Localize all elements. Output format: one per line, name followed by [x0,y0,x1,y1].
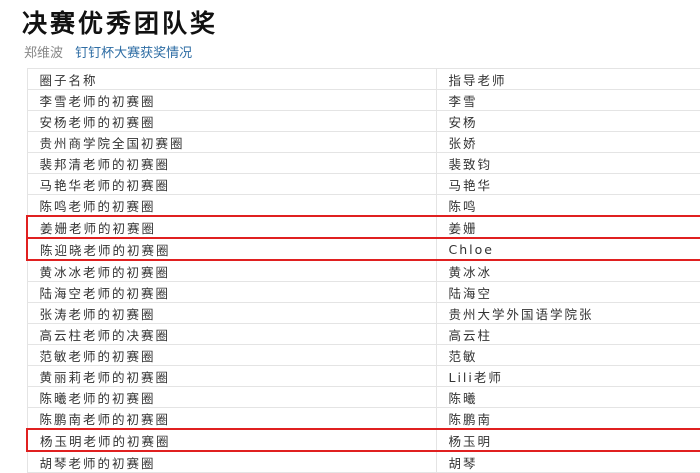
cell-teacher: 裴致钧 [436,152,700,174]
header-circle-name: 圈子名称 [26,68,437,90]
cell-circle-name: 陆海空老师的初赛圈 [26,281,437,303]
cell-teacher: 陆海空 [436,281,700,303]
cell-circle-name: 马艳华老师的初赛圈 [26,173,437,195]
table-header-row: 圈子名称 指导老师 [26,68,700,90]
post-meta: 郑维波 钉钉杯大赛获奖情况 [24,42,192,61]
table-row: 姜姗老师的初赛圈 姜姗 [26,215,700,239]
cell-teacher: 陈鸣 [436,194,700,217]
table-row: 高云柱老师的决赛圈 高云柱 [26,323,700,345]
cell-circle-name: 陈鸣老师的初赛圈 [26,194,437,217]
table-row: 张涛老师的初赛圈 贵州大学外国语学院张 [26,302,700,324]
table-row: 陈迎晓老师的初赛圈 Chloe [26,237,700,261]
cell-circle-name: 裴邦清老师的初赛圈 [26,152,437,174]
cell-circle-name: 贵州商学院全国初赛圈 [26,131,437,153]
table-row: 裴邦清老师的初赛圈 裴致钧 [26,152,700,174]
table-row: 陈鸣老师的初赛圈 陈鸣 [26,194,700,217]
cell-circle-name: 黄冰冰老师的初赛圈 [26,260,437,282]
cell-teacher: 马艳华 [436,173,700,195]
header-teacher: 指导老师 [436,68,700,90]
cell-circle-name: 胡琴老师的初赛圈 [26,451,437,473]
table-row: 范敏老师的初赛圈 范敏 [26,344,700,366]
cell-circle-name: 姜姗老师的初赛圈 [26,215,437,239]
author-name[interactable]: 郑维波 [24,46,63,61]
cell-teacher: 陈曦 [436,386,700,408]
cell-teacher: 高云柱 [436,323,700,345]
award-table: 圈子名称 指导老师 李雪老师的初赛圈 李雪 安杨老师的初赛圈 安杨 贵州商学院全国初赛圈… [26,68,700,473]
cell-circle-name: 高云柱老师的决赛圈 [26,323,437,345]
cell-circle-name: 黄丽莉老师的初赛圈 [26,365,437,387]
cell-teacher: 杨玉明 [436,428,700,452]
page-title: 决赛优秀团队奖 [22,9,219,38]
table-row: 贵州商学院全国初赛圈 张娇 [26,131,700,153]
table-row: 李雪老师的初赛圈 李雪 [26,89,700,111]
table-row: 杨玉明老师的初赛圈 杨玉明 [26,428,700,452]
cell-teacher: Chloe [436,237,700,261]
cell-teacher: 姜姗 [436,215,700,239]
table-row: 陈曦老师的初赛圈 陈曦 [26,386,700,408]
cell-teacher: 安杨 [436,110,700,132]
table-row: 陆海空老师的初赛圈 陆海空 [26,281,700,303]
cell-teacher: 贵州大学外国语学院张 [436,302,700,324]
table-row: 黄丽莉老师的初赛圈 Lili老师 [26,365,700,387]
cell-circle-name: 李雪老师的初赛圈 [26,89,437,111]
table-row: 陈鹏南老师的初赛圈 陈鹏南 [26,407,700,430]
cell-teacher: 陈鹏南 [436,407,700,430]
table-row: 胡琴老师的初赛圈 胡琴 [26,451,700,473]
table-row: 黄冰冰老师的初赛圈 黄冰冰 [26,260,700,282]
cell-teacher: 范敏 [436,344,700,366]
topic-link[interactable]: 钉钉杯大赛获奖情况 [75,46,192,61]
cell-circle-name: 安杨老师的初赛圈 [26,110,437,132]
cell-circle-name: 陈曦老师的初赛圈 [26,386,437,408]
table-row: 马艳华老师的初赛圈 马艳华 [26,173,700,195]
cell-circle-name: 范敏老师的初赛圈 [26,344,437,366]
cell-teacher: 李雪 [436,89,700,111]
cell-teacher: 黄冰冰 [436,260,700,282]
cell-teacher: 张娇 [436,131,700,153]
cell-teacher: 胡琴 [436,451,700,473]
table-row: 安杨老师的初赛圈 安杨 [26,110,700,132]
cell-circle-name: 张涛老师的初赛圈 [26,302,437,324]
cell-circle-name: 陈迎晓老师的初赛圈 [26,237,437,261]
award-table-container: 圈子名称 指导老师 李雪老师的初赛圈 李雪 安杨老师的初赛圈 安杨 贵州商学院全国初赛圈… [26,68,700,473]
cell-circle-name: 杨玉明老师的初赛圈 [26,428,437,452]
cell-teacher: Lili老师 [436,365,700,387]
cell-circle-name: 陈鹏南老师的初赛圈 [26,407,437,430]
